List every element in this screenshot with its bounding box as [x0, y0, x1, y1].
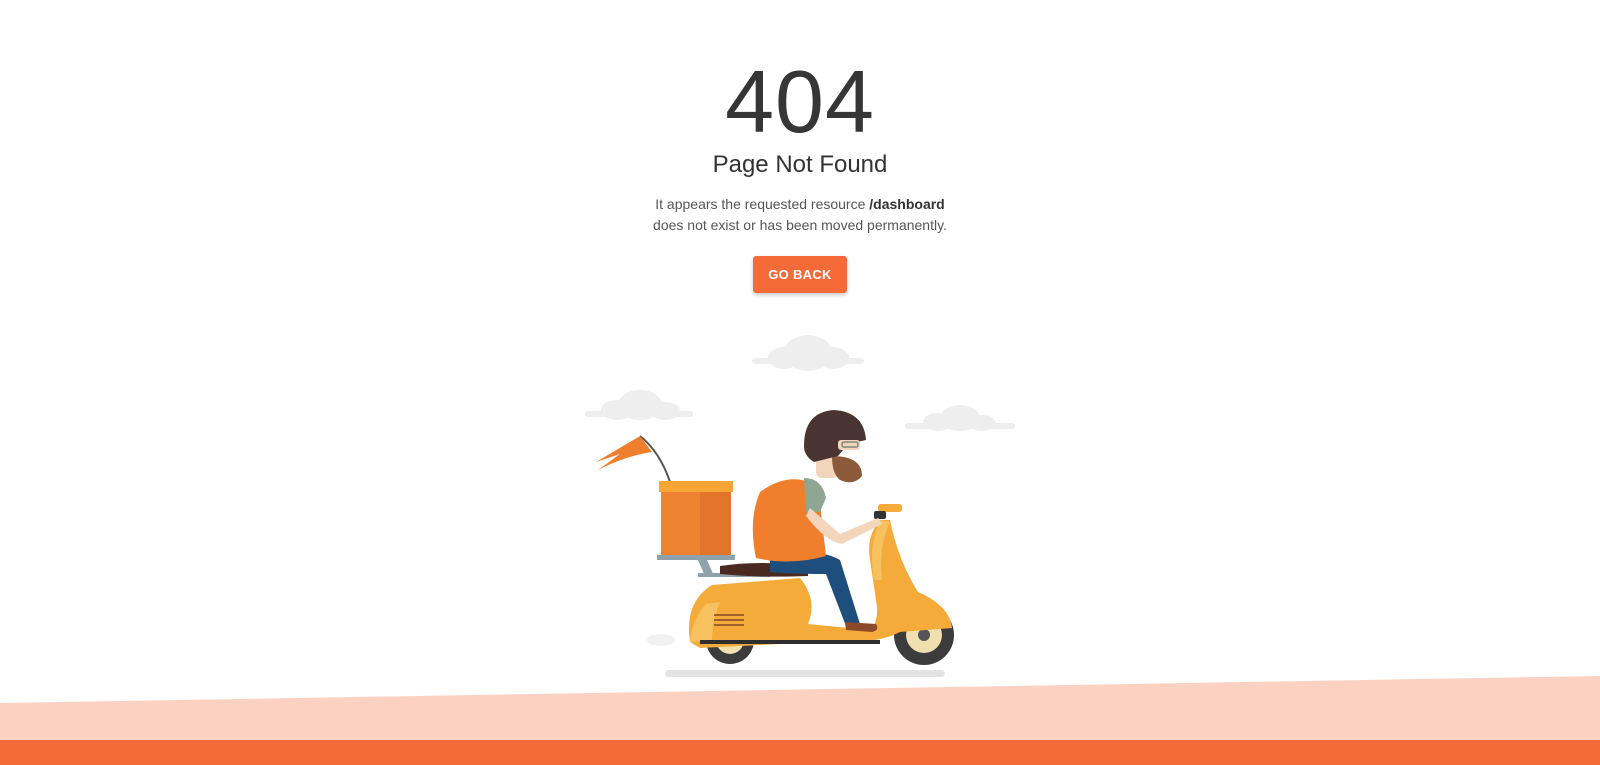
requested-resource: /dashboard [869, 196, 945, 212]
cloud-icon [585, 390, 693, 420]
flag-icon [596, 435, 671, 483]
page-title: Page Not Found [712, 151, 888, 178]
message-suffix: does not exist or has been moved permane… [653, 217, 947, 233]
not-found-page: 404 Page Not Found It appears the reques… [0, 0, 1600, 765]
scooter-shadow [665, 670, 945, 677]
message-prefix: It appears the requested resource [655, 196, 866, 212]
error-message: It appears the requested resource /dashb… [0, 194, 1600, 236]
cloud-icon [905, 405, 1015, 431]
error-code: 404 [725, 52, 875, 151]
dust-puff [647, 634, 675, 646]
cloud-icon [752, 335, 864, 371]
go-back-button[interactable]: GO BACK [753, 256, 847, 293]
